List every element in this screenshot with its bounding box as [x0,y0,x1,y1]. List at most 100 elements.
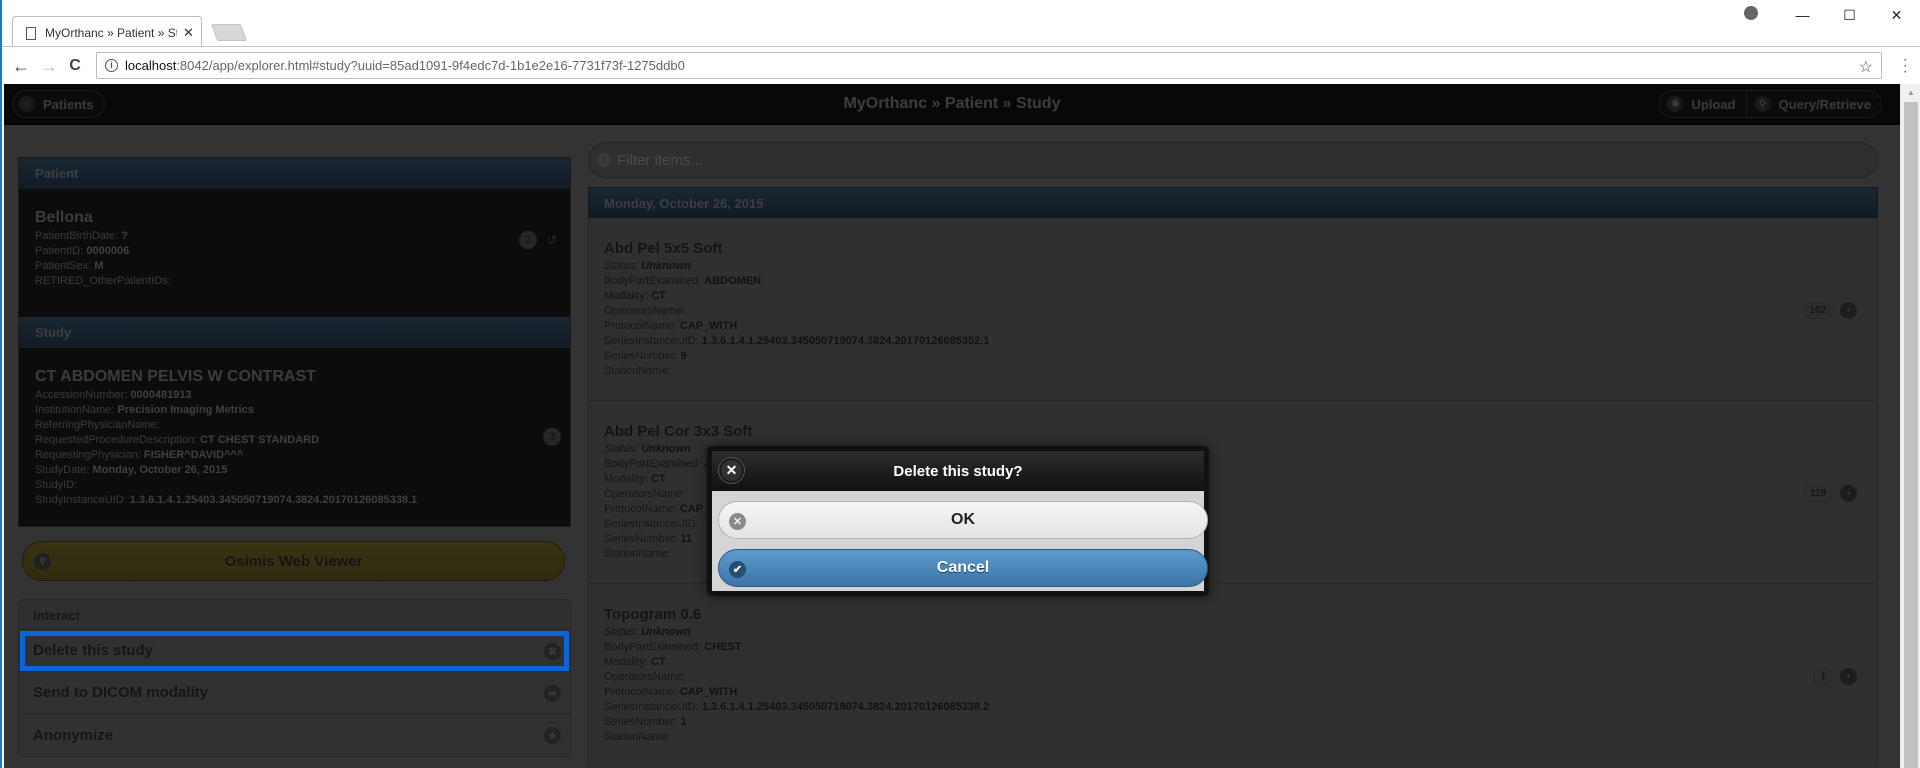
patient-field: RETIRED_OtherPatientIDs: [35,275,171,287]
patient-field: PatientBirthDate: ? [35,230,128,242]
series-field: Modality: CT [604,290,666,302]
series-title: Abd Pel Cor 3x3 Soft [604,423,753,440]
dialog-close-button[interactable]: ✕ [719,458,744,483]
patient-name: Bellona [35,209,93,226]
dialog-title: Delete this study? [893,462,1023,480]
series-field: SeriesNumber: 1 [604,716,687,728]
left-column: Patient Bellona PatientBirthDate: ? Pati… [18,157,571,757]
confirm-delete-dialog: ✕ Delete this study? ✕ OK ✔ Cancel [707,446,1209,596]
window-controls: — ☐ ✕ [1779,4,1920,26]
series-field: StationName: [604,731,671,743]
scroll-up-arrow-icon[interactable]: ▲ [1907,88,1915,97]
chevron-right-icon[interactable]: › [1840,485,1857,502]
gear-icon: ✹ [1667,96,1684,112]
reload-button[interactable]: C [64,55,86,77]
upload-button[interactable]: ✹ Upload [1659,91,1745,117]
tab-close-icon[interactable]: ✕ [183,25,194,41]
query-retrieve-label: Query/Retrieve [1778,96,1872,112]
osimis-label: Osimis Web Viewer [224,552,363,570]
cancel-label: Cancel [936,559,990,576]
series-field: SeriesNumber: 9 [604,350,687,362]
study-field: ReferringPhysicianName: [35,419,160,431]
study-info[interactable]: CT ABDOMEN PELVIS W CONTRAST AccessionNu… [19,348,570,526]
study-field: AccessionNumber: 0000481913 [35,389,192,401]
filter-placeholder: Filter items... [617,151,703,169]
undo-icon[interactable]: ↺ [543,231,561,249]
patient-section-header: Patient [19,158,570,189]
upload-label: Upload [1691,96,1736,112]
patient-info[interactable]: Bellona PatientBirthDate: ? PatientID: 0… [19,189,570,317]
browser-menu-icon[interactable]: · · · [1903,52,1908,80]
url-path: :8042/app/explorer.html#study?uuid=85ad1… [176,58,685,73]
series-field: ProtocolName: CAP_WITH [604,320,738,332]
study-field: StudyInstanceUID: 1.3.6.1.4.1.25403.3450… [35,494,418,506]
study-field: StudyID: [35,479,78,491]
series-field: OperatorsName: [604,305,686,317]
filter-input[interactable]: ⚲ Filter items... [588,142,1878,178]
osimis-web-viewer-button[interactable]: ⚲ Osimis Web Viewer [22,541,565,581]
series-title: Topogram 0.6 [604,606,702,623]
series-field: BodyPartExamined: ABDOMEN [604,275,762,287]
send-to-dicom-button[interactable]: Send to DICOM modality ➦ [19,672,570,714]
interact-list: Interact Delete this study ✖ Send to DIC… [18,599,571,757]
url-input[interactable]: i localhost:8042/app/explorer.html#study… [96,52,1882,79]
chevron-right-icon[interactable]: › [1840,668,1857,685]
tab-strip: MyOrthanc » Patient » St ✕ — ☐ ✕ [2,0,1920,47]
chevron-right-icon[interactable]: › [1840,302,1857,319]
series-field: Modality: CT [604,656,666,668]
ok-label: OK [951,511,975,528]
address-bar: ← → C i localhost:8042/app/explorer.html… [2,46,1920,84]
profile-icon[interactable] [1744,6,1758,20]
forward-button[interactable]: → [38,55,60,77]
series-status: Status: Unknown [604,626,691,638]
study-count-badge: 2 [519,231,537,249]
study-field: StudyDate: Monday, October 26, 2015 [35,464,228,476]
check-icon: ✔ [729,561,746,578]
patient-field: PatientID: 0000006 [35,245,130,257]
series-item[interactable]: Abd Pel 5x5 Soft Status: Unknown BodyPar… [589,218,1877,401]
study-section-header: Study [19,317,570,348]
minimize-button[interactable]: — [1779,4,1826,26]
series-field: SeriesInstanceUID: 1.3.6.1.4.1.25403.345… [604,335,990,347]
page-scrollbar[interactable]: ▲ [1900,84,1920,768]
scrollbar-thumb[interactable] [1904,102,1918,768]
series-item[interactable]: Topogram 0.6 Status: Unknown BodyPartExa… [589,584,1877,767]
anonymize-label: Anonymize [33,726,114,744]
series-field: BodyPartExamined: CHEST [604,641,742,653]
info-icon[interactable]: i [105,59,118,72]
series-status: Status: Unknown [604,260,691,272]
study-name: CT ABDOMEN PELVIS W CONTRAST [35,368,316,385]
delete-study-label: Delete this study [33,642,154,659]
new-tab-button[interactable] [210,24,248,41]
instance-count-badge: 102 [1802,302,1833,319]
page-title: MyOrthanc » Patient » Study [843,95,1061,112]
page-icon [26,26,36,40]
instance-count-badge: 1 [1813,668,1833,685]
ok-button[interactable]: ✕ OK [718,501,1208,539]
anonymize-button[interactable]: Anonymize ★ [19,714,570,756]
close-window-button[interactable]: ✕ [1873,4,1920,26]
series-field: SeriesInstanceUID: 1.3.6.1.4.1.25403.345… [604,701,990,713]
app-header: ⌂ Patients MyOrthanc » Patient » Study ✹… [4,84,1900,125]
bookmark-star-icon[interactable]: ☆ [1859,57,1873,77]
interact-header: Interact [19,600,570,630]
browser-window: MyOrthanc » Patient » St ✕ — ☐ ✕ ← → C i… [0,0,1920,768]
delete-study-button[interactable]: Delete this study ✖ [19,630,570,672]
send-to-dicom-label: Send to DICOM modality [33,684,209,701]
cancel-button[interactable]: ✔ Cancel [718,549,1208,587]
maximize-button[interactable]: ☐ [1826,4,1873,26]
star-icon: ★ [544,727,561,744]
back-button[interactable]: ← [10,55,32,77]
header-actions: ✹ Upload ⚲ Query/Retrieve [1658,90,1882,118]
url-host: localhost [125,58,177,73]
series-title: Abd Pel 5x5 Soft [604,240,723,257]
patient-field: PatientSex: M [35,260,104,272]
search-icon: ⚲ [34,553,51,570]
series-field: StationName: [604,365,671,377]
search-icon: ⚲ [1754,96,1771,112]
search-icon: ⚲ [597,153,611,167]
instance-count-badge: 119 [1802,485,1833,502]
query-retrieve-button[interactable]: ⚲ Query/Retrieve [1745,91,1882,117]
browser-tab-content[interactable]: MyOrthanc » Patient » St ✕ [26,23,194,43]
series-count-badge: 3 [543,428,561,446]
